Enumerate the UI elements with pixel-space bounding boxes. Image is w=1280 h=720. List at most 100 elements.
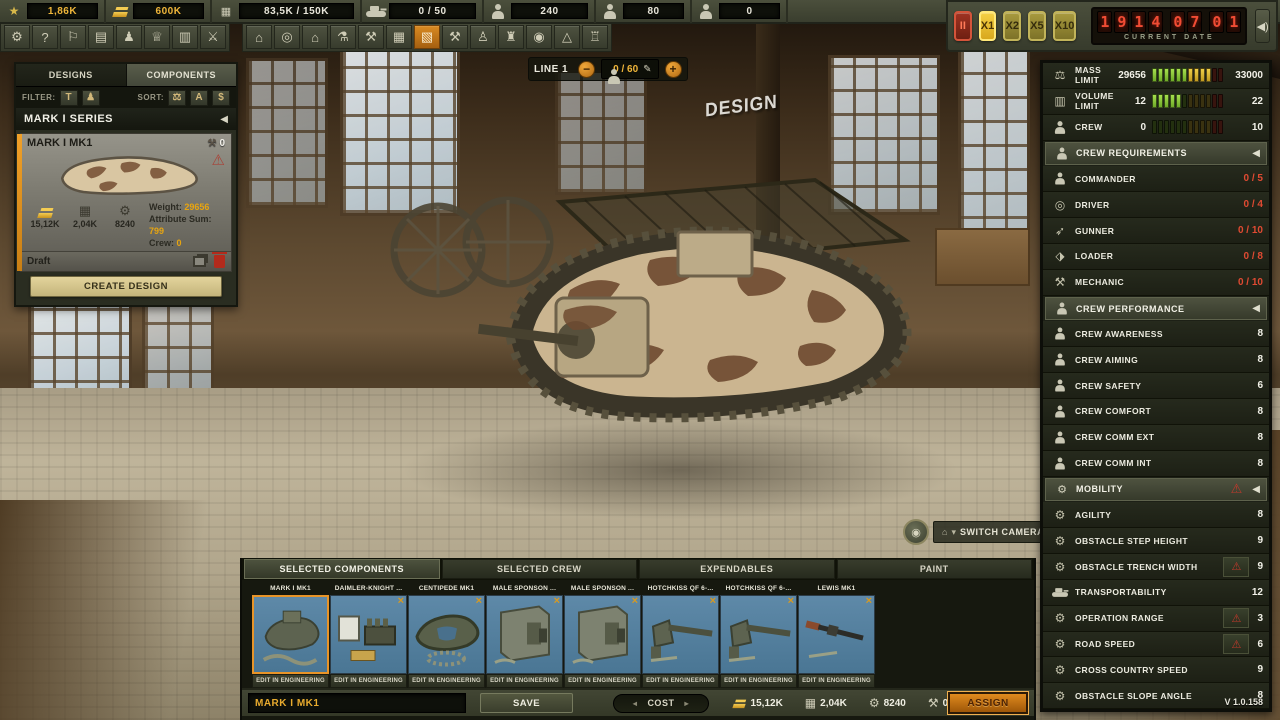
speed-x1-button[interactable]: X1 xyxy=(979,11,997,41)
bar-segment xyxy=(1182,94,1187,108)
speed-x10-button[interactable]: X10 xyxy=(1053,11,1077,41)
component-card-sponson-left[interactable]: MALE SPONSON ... × EDIT IN ENGINEERING xyxy=(486,582,563,688)
edit-in-engineering-button[interactable]: EDIT IN ENGINEERING xyxy=(720,674,797,688)
resource-workers[interactable]: 240 xyxy=(484,0,596,23)
military-button[interactable]: ⚔ xyxy=(200,25,226,49)
camera-icon[interactable]: ◉ xyxy=(903,519,929,545)
machine-gun-thumb xyxy=(799,596,874,673)
resource-soldiers[interactable]: 0 xyxy=(692,0,788,23)
filter-crew-button[interactable]: ♟ xyxy=(82,90,100,106)
army-button[interactable]: ♜ xyxy=(498,25,524,49)
mass-current: 29656 xyxy=(1118,70,1146,81)
line-increase-button[interactable]: + xyxy=(665,61,682,78)
delete-design-icon[interactable] xyxy=(214,255,225,268)
component-card-hull[interactable]: MARK I MK1 EDIT IN ENGINEERING xyxy=(252,582,329,688)
politics-button[interactable]: ♖ xyxy=(582,25,608,49)
component-card-tracks[interactable]: CENTIPEDE MK1 × EDIT IN ENGINEERING xyxy=(408,582,485,688)
series-header[interactable]: MARK I SERIES ◀ xyxy=(16,108,236,130)
edit-in-engineering-button[interactable]: EDIT IN ENGINEERING xyxy=(486,674,563,688)
series-title: MARK I SERIES xyxy=(24,113,220,125)
duplicate-design-icon[interactable] xyxy=(193,256,206,267)
tab-expendables[interactable]: EXPENDABLES xyxy=(639,559,835,579)
edit-in-engineering-button[interactable]: EDIT IN ENGINEERING xyxy=(564,674,641,688)
save-button[interactable]: SAVE xyxy=(480,693,574,713)
resource-reputation[interactable]: ★ 1,86K xyxy=(0,0,106,23)
edit-line-icon[interactable]: ✎ xyxy=(643,64,651,75)
stat-row-agility: ⚙ AGILITY 8 xyxy=(1043,502,1269,528)
pause-button[interactable]: II xyxy=(954,11,972,41)
tab-selected-components[interactable]: SELECTED COMPONENTS xyxy=(244,559,440,579)
help-button[interactable]: ? xyxy=(32,25,58,49)
world-button[interactable]: ◎ xyxy=(274,25,300,49)
assign-button[interactable]: ASSIGN xyxy=(948,692,1028,714)
production-button[interactable]: ▦ xyxy=(386,25,412,49)
achievements-button[interactable]: ♕ xyxy=(144,25,170,49)
encyclopedia-button[interactable]: ▥ xyxy=(172,25,198,49)
map-button[interactable]: △ xyxy=(554,25,580,49)
sort-weight-button[interactable]: ⚖ xyxy=(168,90,186,106)
construction-button[interactable]: ⚒ xyxy=(442,25,468,49)
cost-dropdown[interactable]: ◂ COST ▸ xyxy=(613,694,708,713)
engineering-button[interactable]: ⚒ xyxy=(358,25,384,49)
announcements-button[interactable]: ⚐ xyxy=(60,25,86,49)
series-collapse-icon[interactable]: ◀ xyxy=(220,114,228,125)
collapse-icon[interactable]: ◀ xyxy=(1252,303,1260,314)
design-name-input[interactable] xyxy=(248,693,466,713)
road-speed-warning-button[interactable]: ⚠ xyxy=(1223,634,1249,654)
factory-icon: ⌂ xyxy=(255,30,263,45)
tab-designs[interactable]: DESIGNS xyxy=(16,64,127,86)
settings-button[interactable]: ⚙ xyxy=(4,25,30,49)
component-card-gun-1[interactable]: HOTCHKISS QF 6-... × EDIT IN ENGINEERING xyxy=(642,582,719,688)
engine-thumb xyxy=(331,596,406,673)
section-crew-requirements[interactable]: CREW REQUIREMENTS ◀ xyxy=(1045,142,1267,166)
component-card-machine-gun[interactable]: LEWIS MK1 × EDIT IN ENGINEERING xyxy=(798,582,875,688)
component-card-sponson-right[interactable]: MALE SPONSON ... × EDIT IN ENGINEERING xyxy=(564,582,641,688)
volume-max: 22 xyxy=(1229,96,1263,107)
resource-tanks[interactable]: 0 / 50 xyxy=(362,0,484,23)
staff-button[interactable]: ♙ xyxy=(470,25,496,49)
component-card-engine[interactable]: DAIMLER-KNIGHT ... × EDIT IN ENGINEERING xyxy=(330,582,407,688)
tab-components[interactable]: COMPONENTS xyxy=(127,64,237,86)
tab-paint[interactable]: PAINT xyxy=(837,559,1033,579)
collapse-icon[interactable]: ◀ xyxy=(1252,148,1260,159)
edit-in-engineering-button[interactable]: EDIT IN ENGINEERING xyxy=(642,674,719,688)
stat-row-driver: ◎ DRIVER 0 / 4 xyxy=(1043,192,1269,218)
tank-render[interactable] xyxy=(360,140,960,500)
sort-cost-button[interactable]: $ xyxy=(212,90,230,106)
line-decrease-button[interactable]: − xyxy=(578,61,595,78)
resource-materials[interactable]: ▦ 83,5K / 150K xyxy=(212,0,362,23)
sound-button[interactable]: ◀) xyxy=(1255,9,1270,43)
speed-x5-button[interactable]: X5 xyxy=(1028,11,1046,41)
edit-in-engineering-button[interactable]: EDIT IN ENGINEERING xyxy=(252,674,329,688)
design-button[interactable]: ▧ xyxy=(414,25,440,49)
stat-row-crew-comfort: CREW COMFORT 8 xyxy=(1043,399,1269,425)
edit-in-engineering-button[interactable]: EDIT IN ENGINEERING xyxy=(408,674,485,688)
resource-gold[interactable]: 600K xyxy=(106,0,212,23)
reports-button[interactable]: ▤ xyxy=(88,25,114,49)
operation-range-warning-button[interactable]: ⚠ xyxy=(1223,608,1249,628)
resource-engineers[interactable]: 80 xyxy=(596,0,692,23)
factory-button[interactable]: ⌂ xyxy=(246,25,272,49)
toolbar-screens-group: ⌂ ◎ ⌂ ⚗ ⚒ ▦ ▧ ⚒ ♙ ♜ ◉ △ ♖ xyxy=(242,24,612,52)
date-digits: 1 9 1 4 0 7 0 1 xyxy=(1097,11,1241,33)
logistics-button[interactable]: ◉ xyxy=(526,25,552,49)
speed-x2-button[interactable]: X2 xyxy=(1003,11,1021,41)
section-crew-performance[interactable]: CREW PERFORMANCE ◀ xyxy=(1045,297,1267,321)
trench-width-warning-button[interactable]: ⚠ xyxy=(1223,557,1249,577)
sort-weight-icon: ⚖ xyxy=(173,92,182,103)
filter-type-button[interactable]: T xyxy=(60,90,78,106)
agents-button[interactable]: ♟ xyxy=(116,25,142,49)
component-card-gun-2[interactable]: HOTCHKISS QF 6-... × EDIT IN ENGINEERING xyxy=(720,582,797,688)
headquarters-button[interactable]: ⌂ xyxy=(302,25,328,49)
sort-alpha-button[interactable]: A xyxy=(190,90,208,106)
switch-camera-button[interactable]: ⌂ ▾ SWITCH CAMERA xyxy=(933,521,1053,543)
section-mobility[interactable]: ⚙ MOBILITY ⚠ ◀ xyxy=(1045,478,1267,502)
tab-selected-crew[interactable]: SELECTED CREW xyxy=(442,559,638,579)
collapse-icon[interactable]: ◀ xyxy=(1252,484,1260,495)
create-design-button[interactable]: CREATE DESIGN xyxy=(30,276,222,297)
edit-in-engineering-button[interactable]: EDIT IN ENGINEERING xyxy=(798,674,875,688)
bar-segment xyxy=(1158,120,1163,134)
edit-in-engineering-button[interactable]: EDIT IN ENGINEERING xyxy=(330,674,407,688)
design-card-mark-i-mk1[interactable]: MARK I MK1 ⚒0 ⚠ 15,12K xyxy=(20,133,232,272)
research-button[interactable]: ⚗ xyxy=(330,25,356,49)
